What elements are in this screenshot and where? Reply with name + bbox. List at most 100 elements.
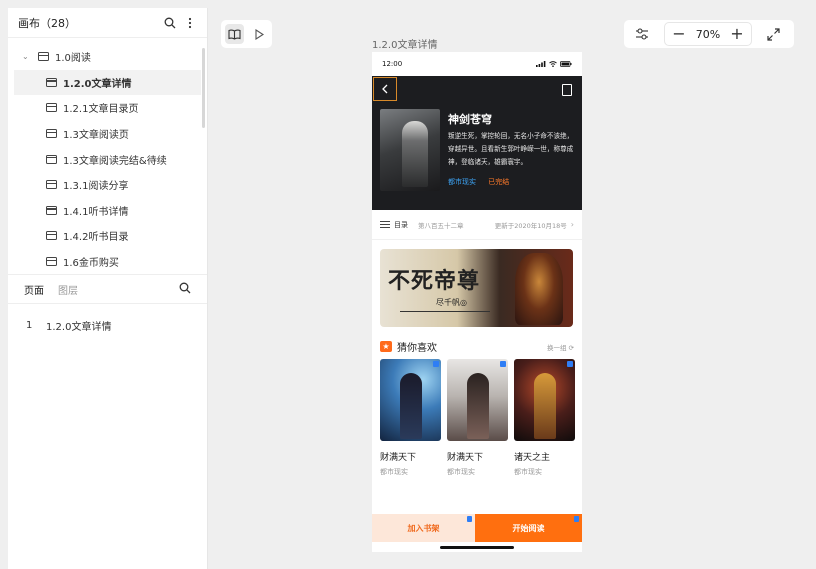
guess-title: 猜你喜欢 (397, 343, 437, 354)
tree-item-label: 1.2.1文章目录页 (63, 104, 139, 116)
book-card-name: 财满天下 (380, 453, 417, 463)
panel-tabs: 页面 图层 (8, 274, 207, 304)
tab-pages[interactable]: 页面 (24, 282, 44, 297)
wifi-icon (549, 61, 557, 67)
page-row[interactable]: 1 1.2.0文章详情 (8, 318, 207, 333)
marker-icon (467, 516, 472, 522)
canvas-header: 画布（28） (8, 8, 207, 38)
recommend-list: 财满天下 都市现实 财满天下 都市现实 诸天之主 都市现实 (380, 359, 575, 477)
zoom-level[interactable]: 70% (693, 28, 723, 41)
book-icon[interactable] (225, 24, 244, 44)
frame-icon (46, 154, 57, 164)
book-card-name: 财满天下 (447, 453, 484, 463)
marker-icon (574, 516, 579, 522)
tree-item[interactable]: 1.3.1阅读分享 (8, 172, 207, 198)
marker-icon (567, 361, 573, 367)
guess-header: ★ 猜你喜欢 换一组 ⟳ (380, 339, 574, 354)
tree-item-label: 1.3文章阅读完结&待续 (63, 155, 167, 167)
artboard-phone[interactable]: 12:00 神剑苍穹 叛逆生死，掌控轮回，无名小子命不该绝，穿越异世。且看新生郭… (372, 52, 582, 552)
promo-banner[interactable]: 不死帝尊 尽千帆◎ (380, 249, 573, 327)
book-card-cover (447, 359, 508, 441)
chevron-left-icon (382, 84, 388, 94)
banner-title: 不死帝尊 (388, 268, 481, 294)
zoom-in-button[interactable]: + (723, 24, 751, 44)
update-date: 更新于2020年10月18号 (494, 221, 567, 230)
search-icon[interactable] (163, 16, 177, 30)
play-icon[interactable] (250, 24, 269, 44)
back-button[interactable] (373, 77, 397, 101)
status-bar: 12:00 (372, 52, 582, 76)
battery-icon (560, 61, 572, 67)
add-to-shelf-button[interactable]: 加入书架 (372, 514, 475, 542)
frame-icon (38, 52, 49, 62)
marker-icon (433, 361, 439, 367)
frame-icon (46, 231, 57, 241)
mode-toolbar (221, 20, 272, 48)
more-icon[interactable] (183, 16, 197, 30)
book-hero: 神剑苍穹 叛逆生死，掌控轮回，无名小子命不该绝，穿越异世。且看新生郭叶峥嵘一世，… (372, 76, 582, 210)
page-name: 1.2.0文章详情 (46, 322, 112, 333)
tree-item-label: 1.4.2听书目录 (63, 232, 129, 244)
frame-icon (46, 180, 57, 190)
tree-group-label: 1.0阅读 (55, 53, 91, 65)
share-icon[interactable] (562, 84, 572, 96)
tree-item-label: 1.3文章阅读页 (63, 130, 129, 142)
tab-layers[interactable]: 图层 (58, 282, 78, 297)
toc-label: 目录 (394, 220, 408, 229)
tree-item[interactable]: 1.3文章阅读页 (8, 121, 207, 147)
adjust-icon[interactable] (624, 20, 660, 48)
chevron-right-icon: › (570, 220, 574, 229)
latest-chapter: 第八百五十二章 (418, 221, 464, 230)
tag-genre[interactable]: 都市现实 (448, 178, 476, 186)
list-icon (380, 221, 390, 228)
tree-item[interactable]: 1.3文章阅读完结&待续 (8, 146, 207, 172)
tree-item-label: 1.4.1听书详情 (63, 206, 129, 218)
canvas-title: 画布（28） (18, 16, 76, 30)
book-card-name: 诸天之主 (514, 453, 551, 463)
tree-item[interactable]: 1.6金币购买 (8, 249, 207, 275)
frame-icon (46, 103, 57, 113)
book-card[interactable]: 财满天下 都市现实 (380, 359, 441, 477)
zoom-out-button[interactable]: − (665, 24, 693, 44)
banner-divider (400, 311, 490, 312)
page-list: 1 1.2.0文章详情 (8, 304, 207, 333)
status-time: 12:00 (382, 60, 403, 68)
refresh-icon: ⟳ (568, 343, 574, 352)
book-card[interactable]: 诸天之主 都市现实 (514, 359, 575, 477)
book-description: 叛逆生死，掌控轮回，无名小子命不该绝，穿越异世。且看新生郭叶峥嵘一世，称尊成神，… (448, 132, 574, 166)
expand-icon[interactable] (752, 20, 794, 48)
start-reading-label: 开始阅读 (512, 523, 545, 533)
zoom-toolbar: − 70% + (624, 20, 794, 48)
tag-status: 已完结 (488, 178, 510, 186)
zoom-control: − 70% + (664, 22, 752, 46)
refresh-button[interactable]: 换一组 ⟳ (547, 342, 574, 352)
tree-item[interactable]: 1.4.2听书目录 (8, 223, 207, 249)
left-panel: 画布（28） ⌄ 1.0阅读 1.2.0文章详情 1.2.1文章目录页 1.3文… (8, 8, 208, 569)
tree-group-reading[interactable]: ⌄ 1.0阅读 (8, 44, 207, 70)
tree-scrollbar[interactable] (202, 48, 205, 128)
book-card-genre: 都市现实 (514, 468, 542, 476)
artboard-label[interactable]: 1.2.0文章详情 (372, 36, 437, 51)
action-bar: 加入书架 开始阅读 (372, 514, 582, 542)
search-icon[interactable] (179, 282, 191, 297)
tree-item-label: 1.2.0文章详情 (63, 78, 132, 90)
start-reading-button[interactable]: 开始阅读 (475, 514, 582, 542)
book-card[interactable]: 财满天下 都市现实 (447, 359, 508, 477)
book-card-genre: 都市现实 (447, 468, 475, 476)
frame-icon (46, 257, 57, 267)
book-cover (380, 109, 440, 191)
home-indicator (440, 546, 514, 549)
banner-author: 尽千帆◎ (436, 298, 467, 307)
book-card-genre: 都市现实 (380, 468, 408, 476)
toc-row[interactable]: 目录 第八百五十二章 更新于2020年10月18号 › (372, 210, 582, 240)
tree-item[interactable]: 1.4.1听书详情 (8, 198, 207, 224)
status-icons (536, 61, 572, 67)
tree-item[interactable]: 1.2.0文章详情 (14, 69, 201, 96)
book-card-cover (514, 359, 575, 441)
tree-item[interactable]: 1.2.1文章目录页 (8, 95, 207, 121)
refresh-label: 换一组 (546, 343, 567, 352)
frame-icon (46, 77, 57, 87)
chevron-down-icon[interactable]: ⌄ (22, 52, 30, 61)
banner-art (515, 253, 563, 325)
tree-item-label: 1.6金币购买 (63, 258, 119, 270)
